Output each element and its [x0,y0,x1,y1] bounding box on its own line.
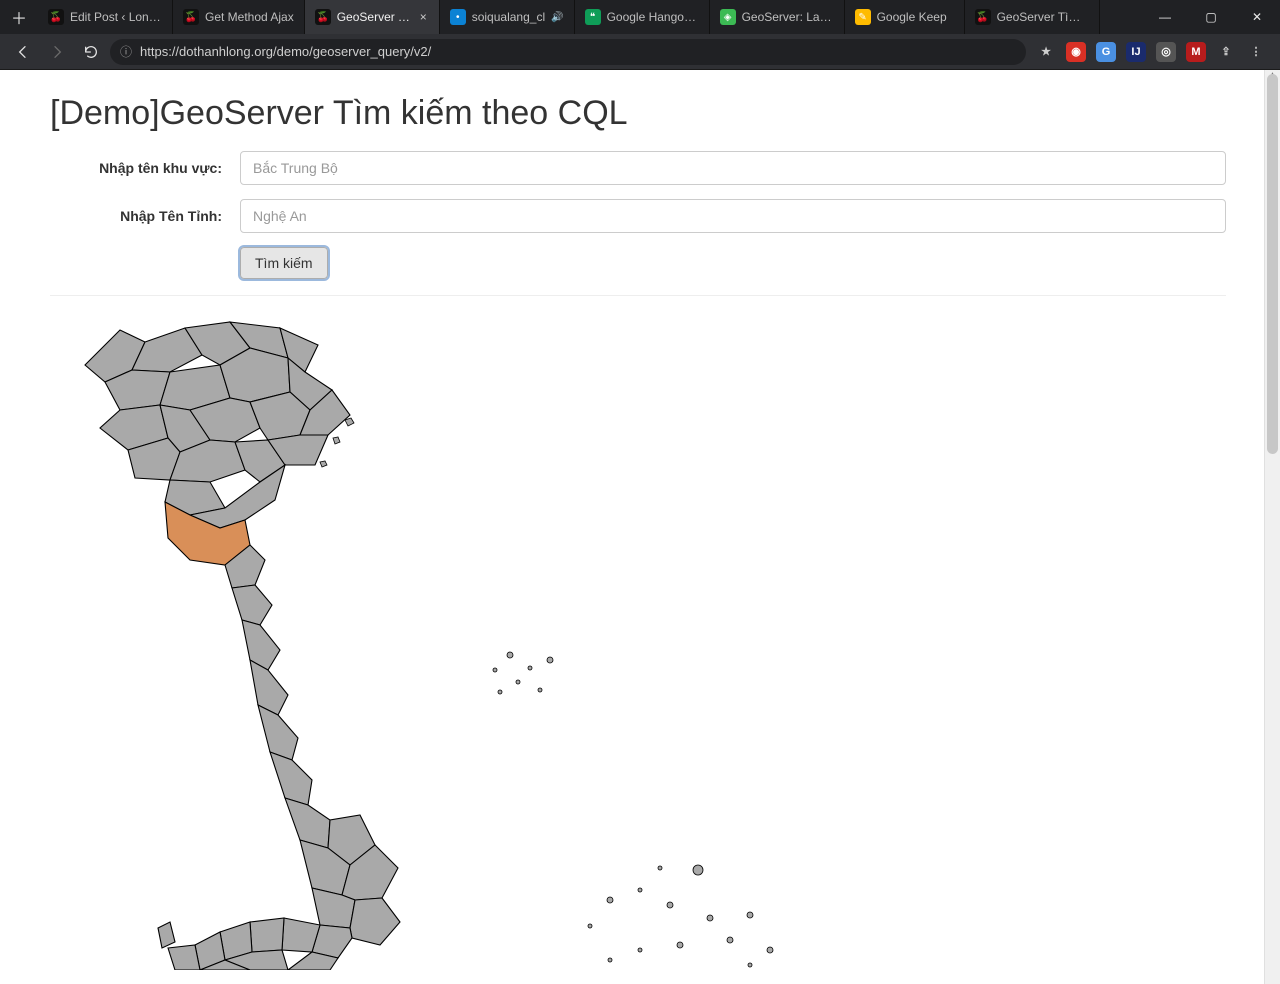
divider [50,295,1226,296]
extension-icons: ★ ◉ G IJ ◎ M ⇪ ⋮ [1030,42,1272,62]
window-controls: — ▢ ✕ [1142,0,1280,34]
input-province[interactable] [240,199,1226,233]
extension-icon[interactable]: ◉ [1066,42,1086,62]
extension-icon[interactable]: ⋮ [1246,42,1266,62]
tab-label: GeoServer Tìm ki [997,10,1089,24]
browser-tab[interactable]: ❝ Google Hangouts [575,0,710,34]
browser-tab[interactable]: 🍒 GeoServer Tìm ki [965,0,1100,34]
page-content: [Demo]GeoServer Tìm kiếm theo CQL Nhập t… [0,70,1264,984]
tab-label: Google Hangouts [607,10,699,24]
address-bar: ⓘ https://dothanhlong.org/demo/geoserver… [0,34,1280,70]
favicon-icon: 🍒 [975,9,991,25]
form-row-submit: Tìm kiếm [50,247,1226,279]
browser-tab[interactable]: 🍒 Get Method Ajax [173,0,305,34]
form-row-area: Nhập tên khu vực: [50,151,1226,185]
browser-tab[interactable]: 🍒 GeoServer Tìm × [305,0,440,34]
label-province: Nhập Tên Tỉnh: [50,208,240,224]
favicon-icon: ◈ [720,9,736,25]
browser-tab[interactable]: • soiqualang_cl 🔊 [440,0,575,34]
maximize-button[interactable]: ▢ [1188,0,1234,34]
tab-label: Edit Post ‹ Long's [70,10,162,24]
favicon-icon: ❝ [585,9,601,25]
tab-strip: 🍒 Edit Post ‹ Long's 🍒 Get Method Ajax 🍒 GeoS… [38,0,1142,34]
favicon-icon: • [450,9,466,25]
search-button[interactable]: Tìm kiếm [240,247,328,279]
extension-icon[interactable]: ⇪ [1216,42,1236,62]
audio-icon: 🔊 [551,12,563,23]
viewport: [Demo]GeoServer Tìm kiếm theo CQL Nhập t… [0,70,1280,984]
page-title: [Demo]GeoServer Tìm kiếm theo CQL [50,94,1226,133]
spratly-islands [588,865,773,967]
extension-icon[interactable]: G [1096,42,1116,62]
forward-button[interactable] [42,39,72,65]
minimize-button[interactable]: — [1142,0,1188,34]
extension-icon[interactable]: ◎ [1156,42,1176,62]
tab-label: Google Keep [877,10,954,24]
tab-close-icon[interactable]: × [418,10,429,24]
label-area: Nhập tên khu vực: [50,160,240,176]
close-window-button[interactable]: ✕ [1234,0,1280,34]
browser-tab[interactable]: ✎ Google Keep [845,0,965,34]
form-row-province: Nhập Tên Tỉnh: [50,199,1226,233]
favicon-icon: 🍒 [315,9,331,25]
paracel-islands [493,652,553,694]
extension-icon[interactable]: IJ [1126,42,1146,62]
url-text: https://dothanhlong.org/demo/geoserver_q… [140,44,431,59]
favicon-icon: ✎ [855,9,871,25]
titlebar: ＋ 🍒 Edit Post ‹ Long's 🍒 Get Method Ajax 🍒 Ge… [0,0,1280,34]
extension-icon[interactable]: ★ [1036,42,1056,62]
map-area[interactable] [50,310,1226,950]
reload-button[interactable] [76,39,106,65]
favicon-icon: 🍒 [48,9,64,25]
tab-label: Get Method Ajax [205,10,294,24]
url-field[interactable]: ⓘ https://dothanhlong.org/demo/geoserver… [110,39,1026,65]
new-tab-button[interactable]: ＋ [0,0,38,34]
vertical-scrollbar[interactable]: ▲ [1264,70,1280,984]
browser-tab[interactable]: 🍒 Edit Post ‹ Long's [38,0,173,34]
tab-label: GeoServer: Layers [742,10,834,24]
site-info-icon: ⓘ [120,43,132,60]
browser-tab[interactable]: ◈ GeoServer: Layers [710,0,845,34]
scroll-thumb[interactable] [1267,74,1278,454]
tab-label: soiqualang_cl [472,10,545,24]
input-area[interactable] [240,151,1226,185]
extension-icon[interactable]: M [1186,42,1206,62]
back-button[interactable] [8,39,38,65]
favicon-icon: 🍒 [183,9,199,25]
tab-label: GeoServer Tìm [337,10,412,24]
vietnam-map-svg [50,310,810,970]
